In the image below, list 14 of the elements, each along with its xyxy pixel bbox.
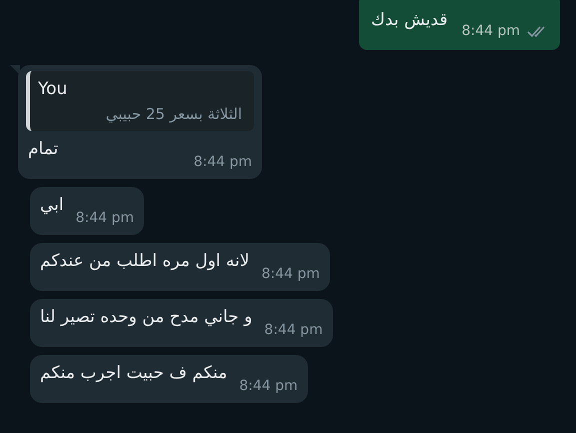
message-time: 8:44 pm (462, 22, 520, 41)
quote-text: الثلاثة بسعر 25 حبيبي (104, 104, 242, 125)
message-text: تمام (28, 138, 58, 161)
message-time: 8:44 pm (239, 377, 298, 396)
message-text: لانه اول مره اطلب من عندكم (40, 250, 250, 273)
message-text: و جاني مدح من وحده تصير لنا (40, 306, 252, 329)
message-text: ابي (40, 194, 64, 217)
message-time: 8:44 pm (76, 209, 134, 228)
message-time: 8:44 pm (194, 153, 252, 172)
message-time: 8:44 pm (264, 321, 323, 340)
message-text: قديش بدك (371, 9, 448, 32)
message-time: 8:44 pm (261, 265, 320, 284)
quote-author: You (38, 78, 68, 101)
message-text: منكم ف حبيت اجرب منكم (40, 362, 228, 385)
